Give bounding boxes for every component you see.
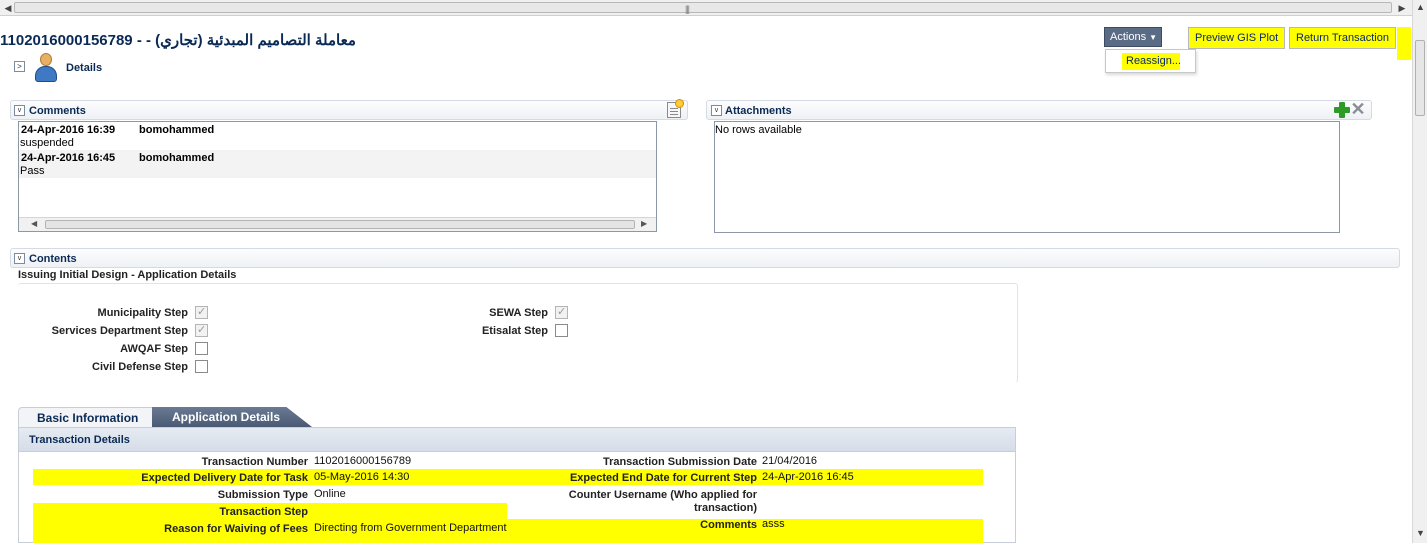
etisalat-step-checkbox[interactable] (555, 324, 568, 337)
comments-field-value: asss (762, 518, 785, 530)
civil-defense-step-checkbox[interactable] (195, 360, 208, 373)
empty-message: No rows available (715, 124, 802, 136)
comment-user: bomohammed (139, 124, 215, 136)
submission-date-label: Transaction Submission Date (602, 456, 757, 468)
waiving-reason-label: Reason for Waiving of Fees (164, 523, 308, 535)
sewa-step-label: SEWA Step (489, 307, 548, 319)
attachments-table: No rows available (714, 121, 1340, 233)
comments-field-label: Comments (700, 519, 757, 531)
transaction-details-heading: Transaction Details (19, 428, 1015, 452)
civil-defense-step-label: Civil Defense Step (92, 361, 188, 373)
comment-row: 24-Apr-2016 16:45 bomohammed Pass (19, 150, 656, 178)
actions-label: Actions (1110, 31, 1147, 43)
awqaf-step-label: AWQAF Step (120, 343, 188, 355)
comments-header (10, 100, 688, 120)
submission-type-value: Online (314, 488, 346, 500)
preview-gis-plot-button[interactable]: Preview GIS Plot (1188, 27, 1286, 49)
comments-list: 24-Apr-2016 16:39 bomohammed suspended 2… (18, 121, 657, 232)
attachments-header (706, 100, 1372, 120)
counter-username-label-cont: transaction) (694, 502, 757, 514)
scroll-right-arrow-icon[interactable]: ▶ (1396, 2, 1408, 14)
counter-username-label: Counter Username (Who applied for (568, 489, 757, 501)
actions-menu: Reassign... (1105, 49, 1196, 73)
comments-label: Comments (29, 105, 86, 117)
expected-end-label: Expected End Date for Current Step (569, 472, 757, 484)
application-details-heading: Issuing Initial Design - Application Det… (18, 269, 237, 281)
comment-date: 24-Apr-2016 16:39 (21, 124, 116, 136)
municipality-step-checkbox[interactable] (195, 305, 208, 319)
tab-application-details[interactable]: Application Details (152, 407, 312, 427)
horizontal-scroll-thumb[interactable]: ||| (14, 2, 1392, 14)
transaction-number-label: Transaction Number (201, 456, 308, 468)
comments-scrollbar[interactable]: ◀ ▶ (19, 217, 656, 231)
tab-basic-information[interactable]: Basic Information (18, 407, 156, 427)
expected-delivery-label: Expected Delivery Date for Task (141, 472, 308, 484)
scroll-down-arrow-icon[interactable]: ▼ (1415, 528, 1426, 540)
comment-text: Pass (20, 165, 45, 177)
waiving-reason-value: Directing from Government Department (314, 522, 507, 534)
scroll-right-arrow-icon[interactable]: ▶ (641, 219, 647, 228)
actions-button[interactable]: Actions ▼ (1104, 27, 1162, 47)
comment-text: suspended (20, 137, 74, 149)
page-title: 1102016000156789 - - معاملة التصاميم الم… (0, 32, 356, 49)
vertical-scroll-thumb[interactable] (1415, 40, 1425, 116)
submission-date-value: 21/04/2016 (762, 455, 818, 467)
contents-collapse-toggle[interactable]: v (14, 253, 25, 264)
etisalat-step-label: Etisalat Step (481, 325, 548, 337)
vertical-scrollbar[interactable]: ▲ ▼ (1412, 0, 1427, 543)
comment-row: 24-Apr-2016 16:39 bomohammed suspended (19, 122, 656, 150)
details-expand-toggle[interactable]: > (14, 61, 25, 72)
comments-scroll-thumb[interactable] (45, 220, 635, 229)
contents-header (10, 248, 1400, 268)
sewa-step-checkbox[interactable] (555, 305, 568, 319)
attachments-collapse-toggle[interactable]: v (711, 105, 722, 116)
contents-label: Contents (29, 253, 77, 265)
expected-delivery-value: 05-May-2016 14:30 (314, 471, 410, 483)
chevron-down-icon: ▼ (1149, 33, 1157, 42)
add-comment-icon[interactable] (667, 99, 684, 118)
menu-item-reassign[interactable]: Reassign... (1122, 53, 1181, 70)
highlight-marker (1397, 27, 1411, 60)
expected-end-value: 24-Apr-2016 16:45 (762, 471, 854, 483)
transaction-number-value: 1102016000156789 (314, 455, 412, 467)
awqaf-step-checkbox[interactable] (195, 342, 208, 355)
horizontal-scrollbar[interactable]: ◀ ||| ▶ (0, 0, 1412, 16)
scroll-left-arrow-icon[interactable]: ◀ (2, 2, 14, 14)
comment-user: bomohammed (139, 152, 215, 164)
scroll-left-arrow-icon[interactable]: ◀ (31, 219, 37, 228)
attachments-label: Attachments (725, 105, 792, 117)
comments-collapse-toggle[interactable]: v (14, 105, 25, 116)
scroll-up-arrow-icon[interactable]: ▲ (1415, 2, 1426, 14)
add-icon[interactable] (1334, 102, 1350, 118)
return-transaction-button[interactable]: Return Transaction (1289, 27, 1396, 49)
comment-date: 24-Apr-2016 16:45 (21, 152, 116, 164)
details-label: Details (66, 62, 103, 74)
services-department-step-checkbox[interactable] (195, 323, 208, 337)
delete-icon[interactable]: ✕ (1349, 100, 1367, 118)
transaction-step-label: Transaction Step (219, 506, 308, 518)
municipality-step-label: Municipality Step (97, 307, 188, 319)
person-icon (34, 53, 58, 83)
submission-type-label: Submission Type (217, 489, 308, 501)
services-department-step-label: Services Department Step (51, 325, 188, 337)
